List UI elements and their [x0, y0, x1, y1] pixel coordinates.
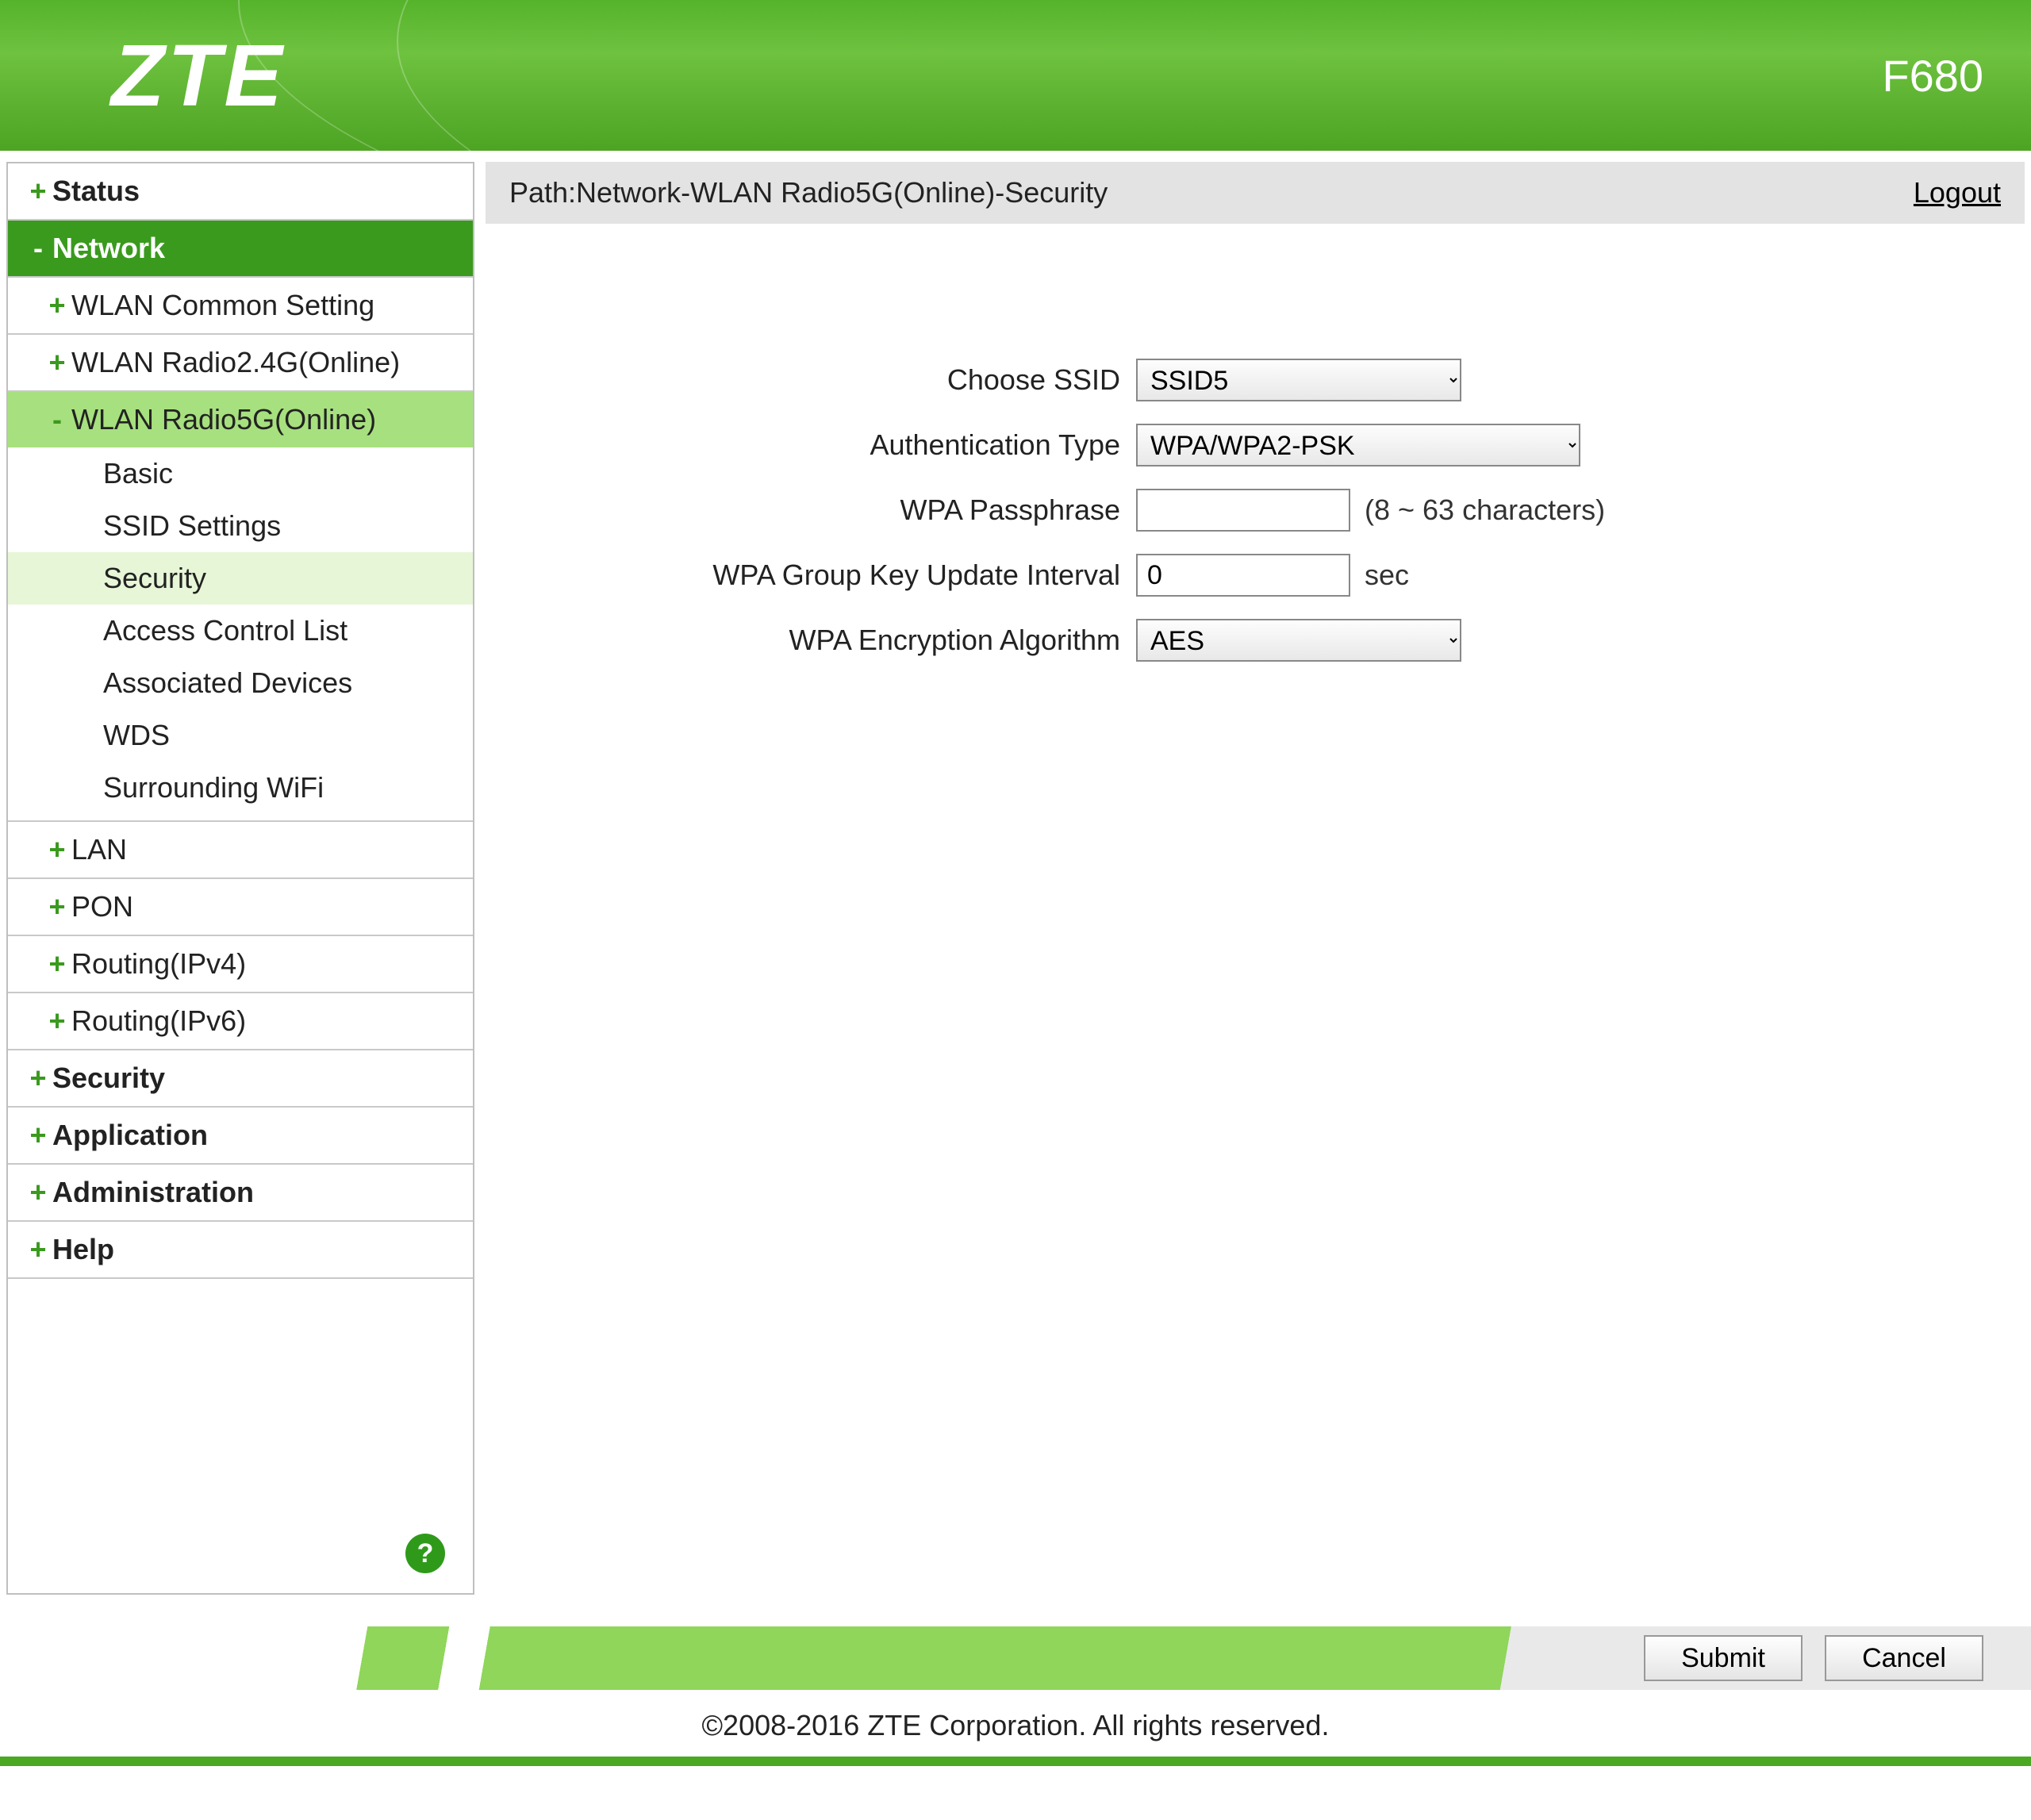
sidebar-item-lan[interactable]: +LAN — [8, 822, 473, 879]
copyright: ©2008-2016 ZTE Corporation. All rights r… — [0, 1690, 2031, 1757]
expand-icon: + — [48, 947, 67, 981]
auth-type-select[interactable]: WPA/WPA2-PSK — [1136, 424, 1580, 467]
sidebar-item-wlan-5g[interactable]: -WLAN Radio5G(Online) — [8, 392, 473, 447]
expand-icon: + — [48, 289, 67, 322]
sidebar-item-network[interactable]: -Network — [8, 221, 473, 278]
sidebar-item-wlan-common[interactable]: +WLAN Common Setting — [8, 278, 473, 335]
ssid-select[interactable]: SSID5 — [1136, 359, 1461, 401]
logout-link[interactable]: Logout — [1914, 176, 2001, 209]
expand-icon: + — [48, 1004, 67, 1038]
encryption-label: WPA Encryption Algorithm — [533, 624, 1136, 657]
header: ZTE F680 — [0, 0, 2031, 151]
encryption-select[interactable]: AES — [1136, 619, 1461, 662]
sidebar-item-basic[interactable]: Basic — [8, 447, 473, 500]
sidebar-item-surrounding-wifi[interactable]: Surrounding WiFi — [8, 762, 473, 814]
sidebar-item-associated-devices[interactable]: Associated Devices — [8, 657, 473, 709]
expand-icon: + — [29, 175, 48, 208]
interval-unit: sec — [1365, 559, 1409, 592]
expand-icon: + — [48, 346, 67, 379]
main-content: Path:Network-WLAN Radio5G(Online)-Securi… — [486, 162, 2025, 1595]
sidebar-item-acl[interactable]: Access Control List — [8, 605, 473, 657]
sidebar: +Status -Network +WLAN Common Setting +W… — [6, 162, 474, 1595]
sidebar-item-ssid-settings[interactable]: SSID Settings — [8, 500, 473, 552]
cancel-button[interactable]: Cancel — [1825, 1635, 1983, 1681]
sidebar-item-routing-ipv6[interactable]: +Routing(IPv6) — [8, 993, 473, 1050]
brand-logo: ZTE — [111, 25, 286, 126]
collapse-icon: - — [48, 403, 67, 436]
sidebar-item-application[interactable]: +Application — [8, 1108, 473, 1165]
interval-input[interactable] — [1136, 554, 1350, 597]
sidebar-item-wds[interactable]: WDS — [8, 709, 473, 762]
sidebar-item-help[interactable]: +Help — [8, 1222, 473, 1279]
expand-icon: + — [29, 1062, 48, 1095]
collapse-icon: - — [29, 232, 48, 265]
model-label: F680 — [1882, 50, 1983, 102]
passphrase-input[interactable] — [1136, 489, 1350, 532]
help-icon[interactable]: ? — [405, 1534, 445, 1573]
auth-label: Authentication Type — [533, 428, 1136, 462]
sidebar-item-security[interactable]: Security — [8, 552, 473, 605]
expand-icon: + — [29, 1233, 48, 1266]
sidebar-item-administration[interactable]: +Administration — [8, 1165, 473, 1222]
expand-icon: + — [48, 833, 67, 866]
sidebar-item-routing-ipv4[interactable]: +Routing(IPv4) — [8, 936, 473, 993]
expand-icon: + — [48, 890, 67, 923]
sidebar-item-security-top[interactable]: +Security — [8, 1050, 473, 1108]
sidebar-item-pon[interactable]: +PON — [8, 879, 473, 936]
security-form: Choose SSID SSID5 Authentication Type WP… — [486, 224, 2025, 716]
passphrase-hint: (8 ~ 63 characters) — [1365, 493, 1605, 527]
bottom-strip — [0, 1757, 2031, 1766]
path-bar: Path:Network-WLAN Radio5G(Online)-Securi… — [486, 162, 2025, 224]
interval-label: WPA Group Key Update Interval — [533, 559, 1136, 592]
submit-button[interactable]: Submit — [1644, 1635, 1803, 1681]
breadcrumb: Path:Network-WLAN Radio5G(Online)-Securi… — [509, 176, 1108, 209]
wlan5g-submenu: Basic SSID Settings Security Access Cont… — [8, 447, 473, 822]
sidebar-item-status[interactable]: +Status — [8, 163, 473, 221]
expand-icon: + — [29, 1119, 48, 1152]
expand-icon: + — [29, 1176, 48, 1209]
sidebar-item-wlan-24g[interactable]: +WLAN Radio2.4G(Online) — [8, 335, 473, 392]
footer-actions: Submit Cancel — [0, 1626, 2031, 1690]
ssid-label: Choose SSID — [533, 363, 1136, 397]
passphrase-label: WPA Passphrase — [533, 493, 1136, 527]
